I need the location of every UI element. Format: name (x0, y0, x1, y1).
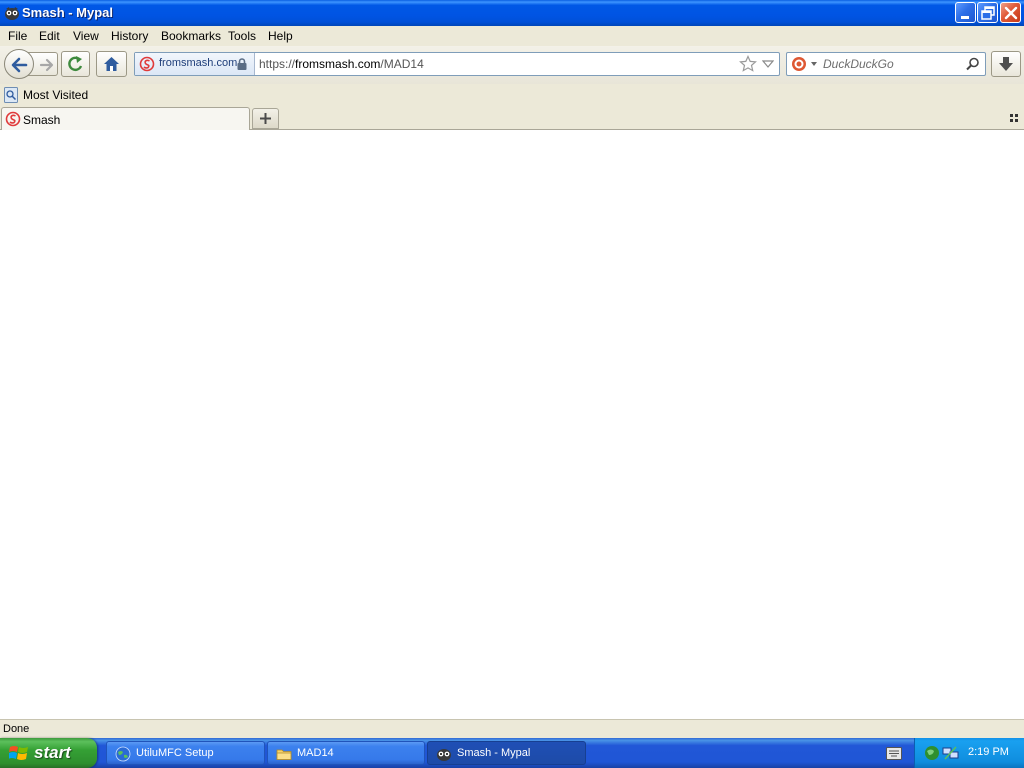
windows-logo-icon (9, 746, 28, 760)
tab-smash[interactable]: Smash (1, 107, 250, 131)
tab-strip: Smash (0, 106, 1024, 131)
list-all-tabs-icon[interactable] (1008, 112, 1020, 124)
page-content-area[interactable] (0, 130, 1024, 719)
url-path: /MAD14 (380, 57, 424, 71)
taskbar-item-mad14[interactable]: MAD14 (267, 741, 425, 765)
taskbar-item-label: MAD14 (297, 747, 334, 759)
mypal-app-icon (5, 7, 19, 20)
home-icon (104, 57, 119, 71)
window-titlebar[interactable]: Smash - Mypal (0, 0, 1024, 26)
windows-taskbar: start UtiluMFC Setup MAD14 Smash - Mypal (0, 738, 1024, 768)
close-icon (1004, 6, 1018, 20)
mypal-icon (437, 749, 451, 761)
url-bar[interactable]: fromsmash.com https://fromsmash.com/MAD1… (134, 52, 780, 76)
navigation-toolbar: fromsmash.com https://fromsmash.com/MAD1… (0, 46, 1024, 84)
system-tray: 2:19 PM (914, 738, 1024, 768)
url-dropdown-icon[interactable] (762, 59, 774, 69)
keyboard-icon[interactable] (886, 747, 902, 760)
taskbar-clock: 2:19 PM (968, 746, 1009, 758)
menu-view[interactable]: View (73, 29, 99, 43)
network-connections-icon[interactable] (942, 745, 960, 761)
downloads-button[interactable] (991, 51, 1021, 77)
minimize-icon (961, 16, 969, 19)
search-icon[interactable] (965, 56, 981, 72)
start-button[interactable]: start (0, 738, 97, 768)
most-visited-label: Most Visited (23, 88, 89, 102)
back-arrow-icon (11, 57, 28, 73)
reload-icon (68, 56, 83, 72)
menu-edit[interactable]: Edit (39, 29, 60, 43)
home-button[interactable] (96, 51, 127, 77)
menu-history[interactable]: History (111, 29, 148, 43)
lock-icon (237, 58, 247, 70)
menu-file[interactable]: File (8, 29, 27, 43)
search-bar[interactable]: DuckDuckGo (786, 52, 986, 76)
taskbar-item-label: Smash - Mypal (457, 747, 531, 759)
search-placeholder: DuckDuckGo (823, 57, 894, 71)
back-forward-group (4, 49, 58, 79)
most-visited-icon (4, 87, 18, 103)
tab-label: Smash (23, 113, 61, 127)
site-identity-label: fromsmash.com (159, 57, 238, 69)
duckduckgo-engine-icon[interactable] (791, 56, 819, 72)
back-button[interactable] (4, 49, 34, 79)
close-button[interactable] (1000, 2, 1021, 23)
taskbar-item-smash-mypal[interactable]: Smash - Mypal (427, 741, 586, 765)
taskbar-item-label: UtiluMFC Setup (136, 747, 214, 759)
status-text: Done (3, 723, 30, 735)
restore-icon (981, 6, 995, 20)
start-label: start (34, 743, 71, 762)
smash-favicon-icon (139, 56, 155, 72)
most-visited-folder[interactable]: Most Visited (0, 84, 90, 106)
taskbar-item-utilumfc-setup[interactable]: UtiluMFC Setup (106, 741, 265, 765)
bookmarks-toolbar: Most Visited (0, 84, 1024, 106)
folder-icon (276, 749, 292, 760)
smash-favicon-icon (5, 111, 21, 127)
restore-button[interactable] (977, 2, 998, 23)
menu-help[interactable]: Help (268, 29, 293, 43)
plus-icon (260, 113, 271, 124)
bookmark-star-icon[interactable] (739, 55, 757, 73)
network-globe-icon[interactable] (923, 745, 941, 761)
url-text: https://fromsmash.com/MAD14 (259, 57, 424, 71)
url-scheme: https:// (259, 57, 296, 71)
desktop-screen: Smash - Mypal File Edit View History Boo… (0, 0, 1024, 768)
menu-bookmarks[interactable]: Bookmarks (161, 29, 221, 43)
globe-icon (115, 746, 131, 762)
reload-button[interactable] (61, 51, 90, 77)
new-tab-button[interactable] (252, 108, 279, 129)
download-arrow-icon (999, 57, 1013, 71)
menu-tools[interactable]: Tools (228, 29, 256, 43)
url-host: fromsmash.com (295, 57, 381, 71)
window-title: Smash - Mypal (22, 5, 114, 20)
menu-bar: File Edit View History Bookmarks Tools H… (0, 26, 1024, 46)
status-bar: Done (0, 719, 1024, 738)
minimize-button[interactable] (955, 2, 976, 23)
